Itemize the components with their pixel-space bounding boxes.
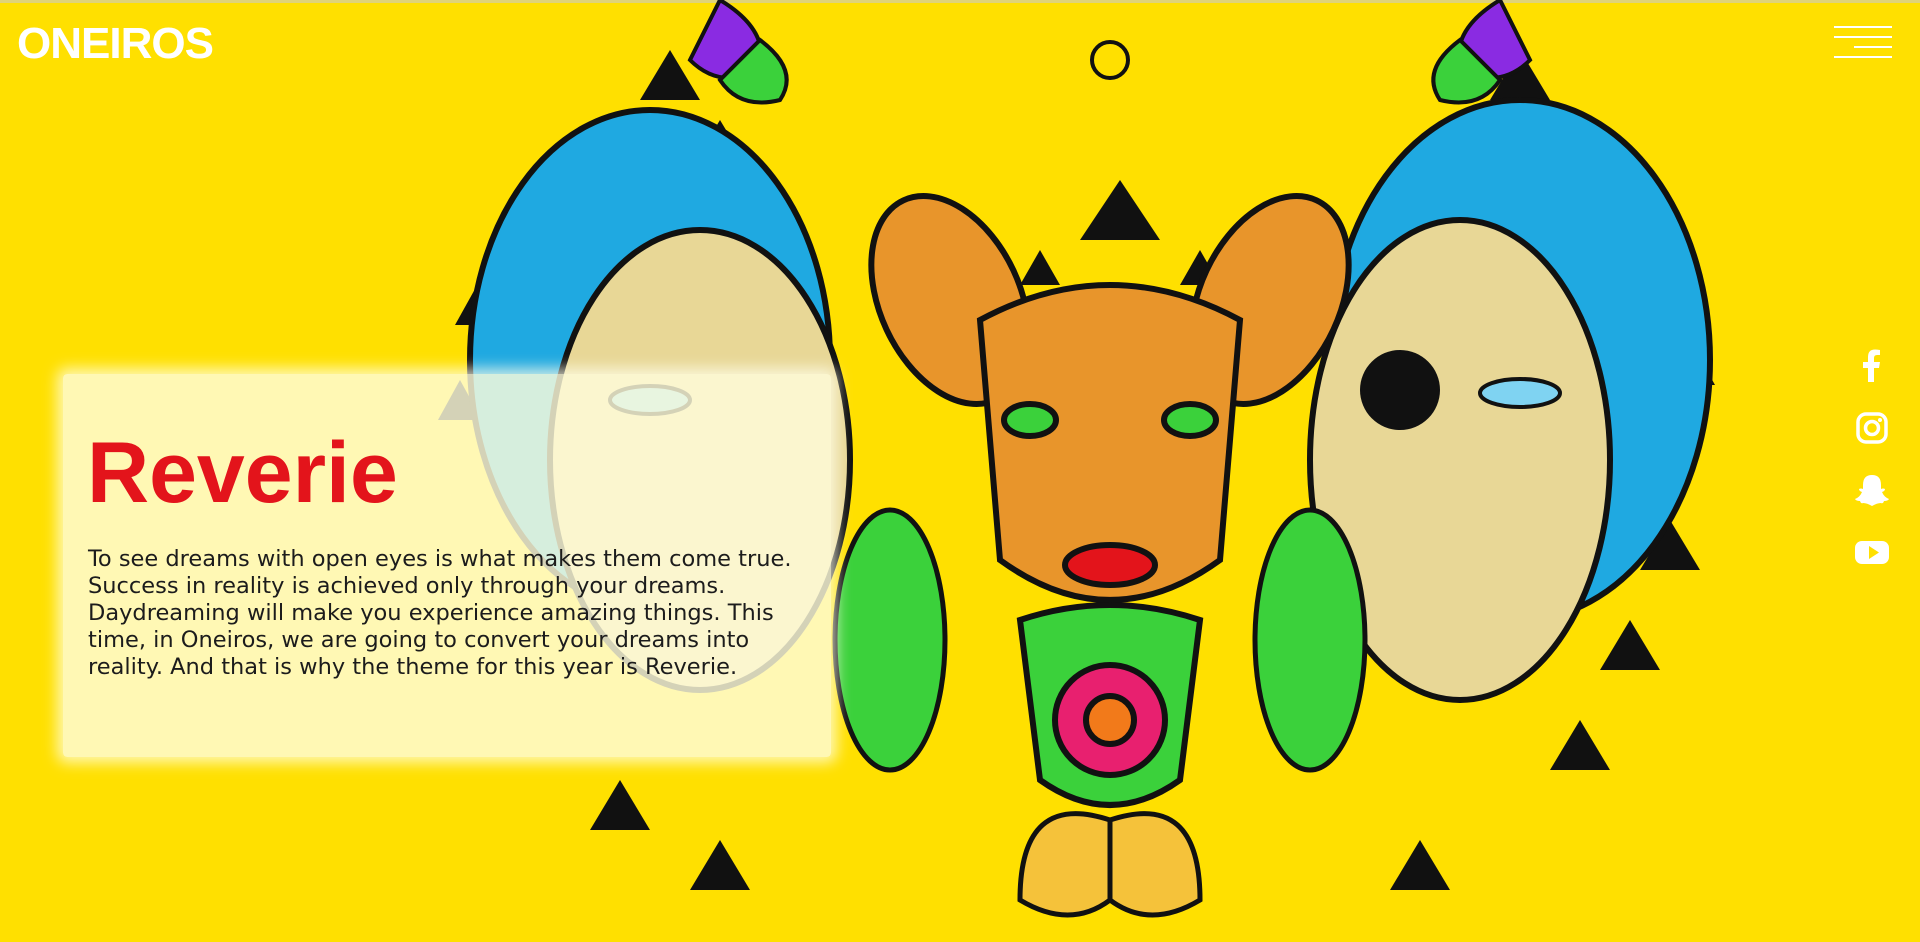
site-logo[interactable]: ONEIROS — [17, 22, 214, 66]
butterfly — [1017, 811, 1203, 918]
hummingbirds — [687, 0, 1533, 105]
theme-description: To see dreams with open eyes is what mak… — [88, 546, 792, 680]
hamburger-menu-icon[interactable] — [1834, 26, 1892, 58]
instagram-icon[interactable] — [1850, 406, 1894, 450]
right-snake — [1252, 507, 1368, 773]
snapchat-icon[interactable] — [1850, 468, 1894, 512]
theme-card: Reverie To see dreams with open eyes is … — [63, 374, 831, 757]
facebook-icon[interactable] — [1850, 344, 1894, 388]
left-snake — [832, 507, 948, 773]
youtube-icon[interactable] — [1850, 530, 1894, 574]
theme-title: Reverie — [87, 425, 398, 521]
social-links — [1850, 344, 1894, 592]
page: ONEIROS Reverie To see dreams with open … — [0, 0, 1920, 942]
